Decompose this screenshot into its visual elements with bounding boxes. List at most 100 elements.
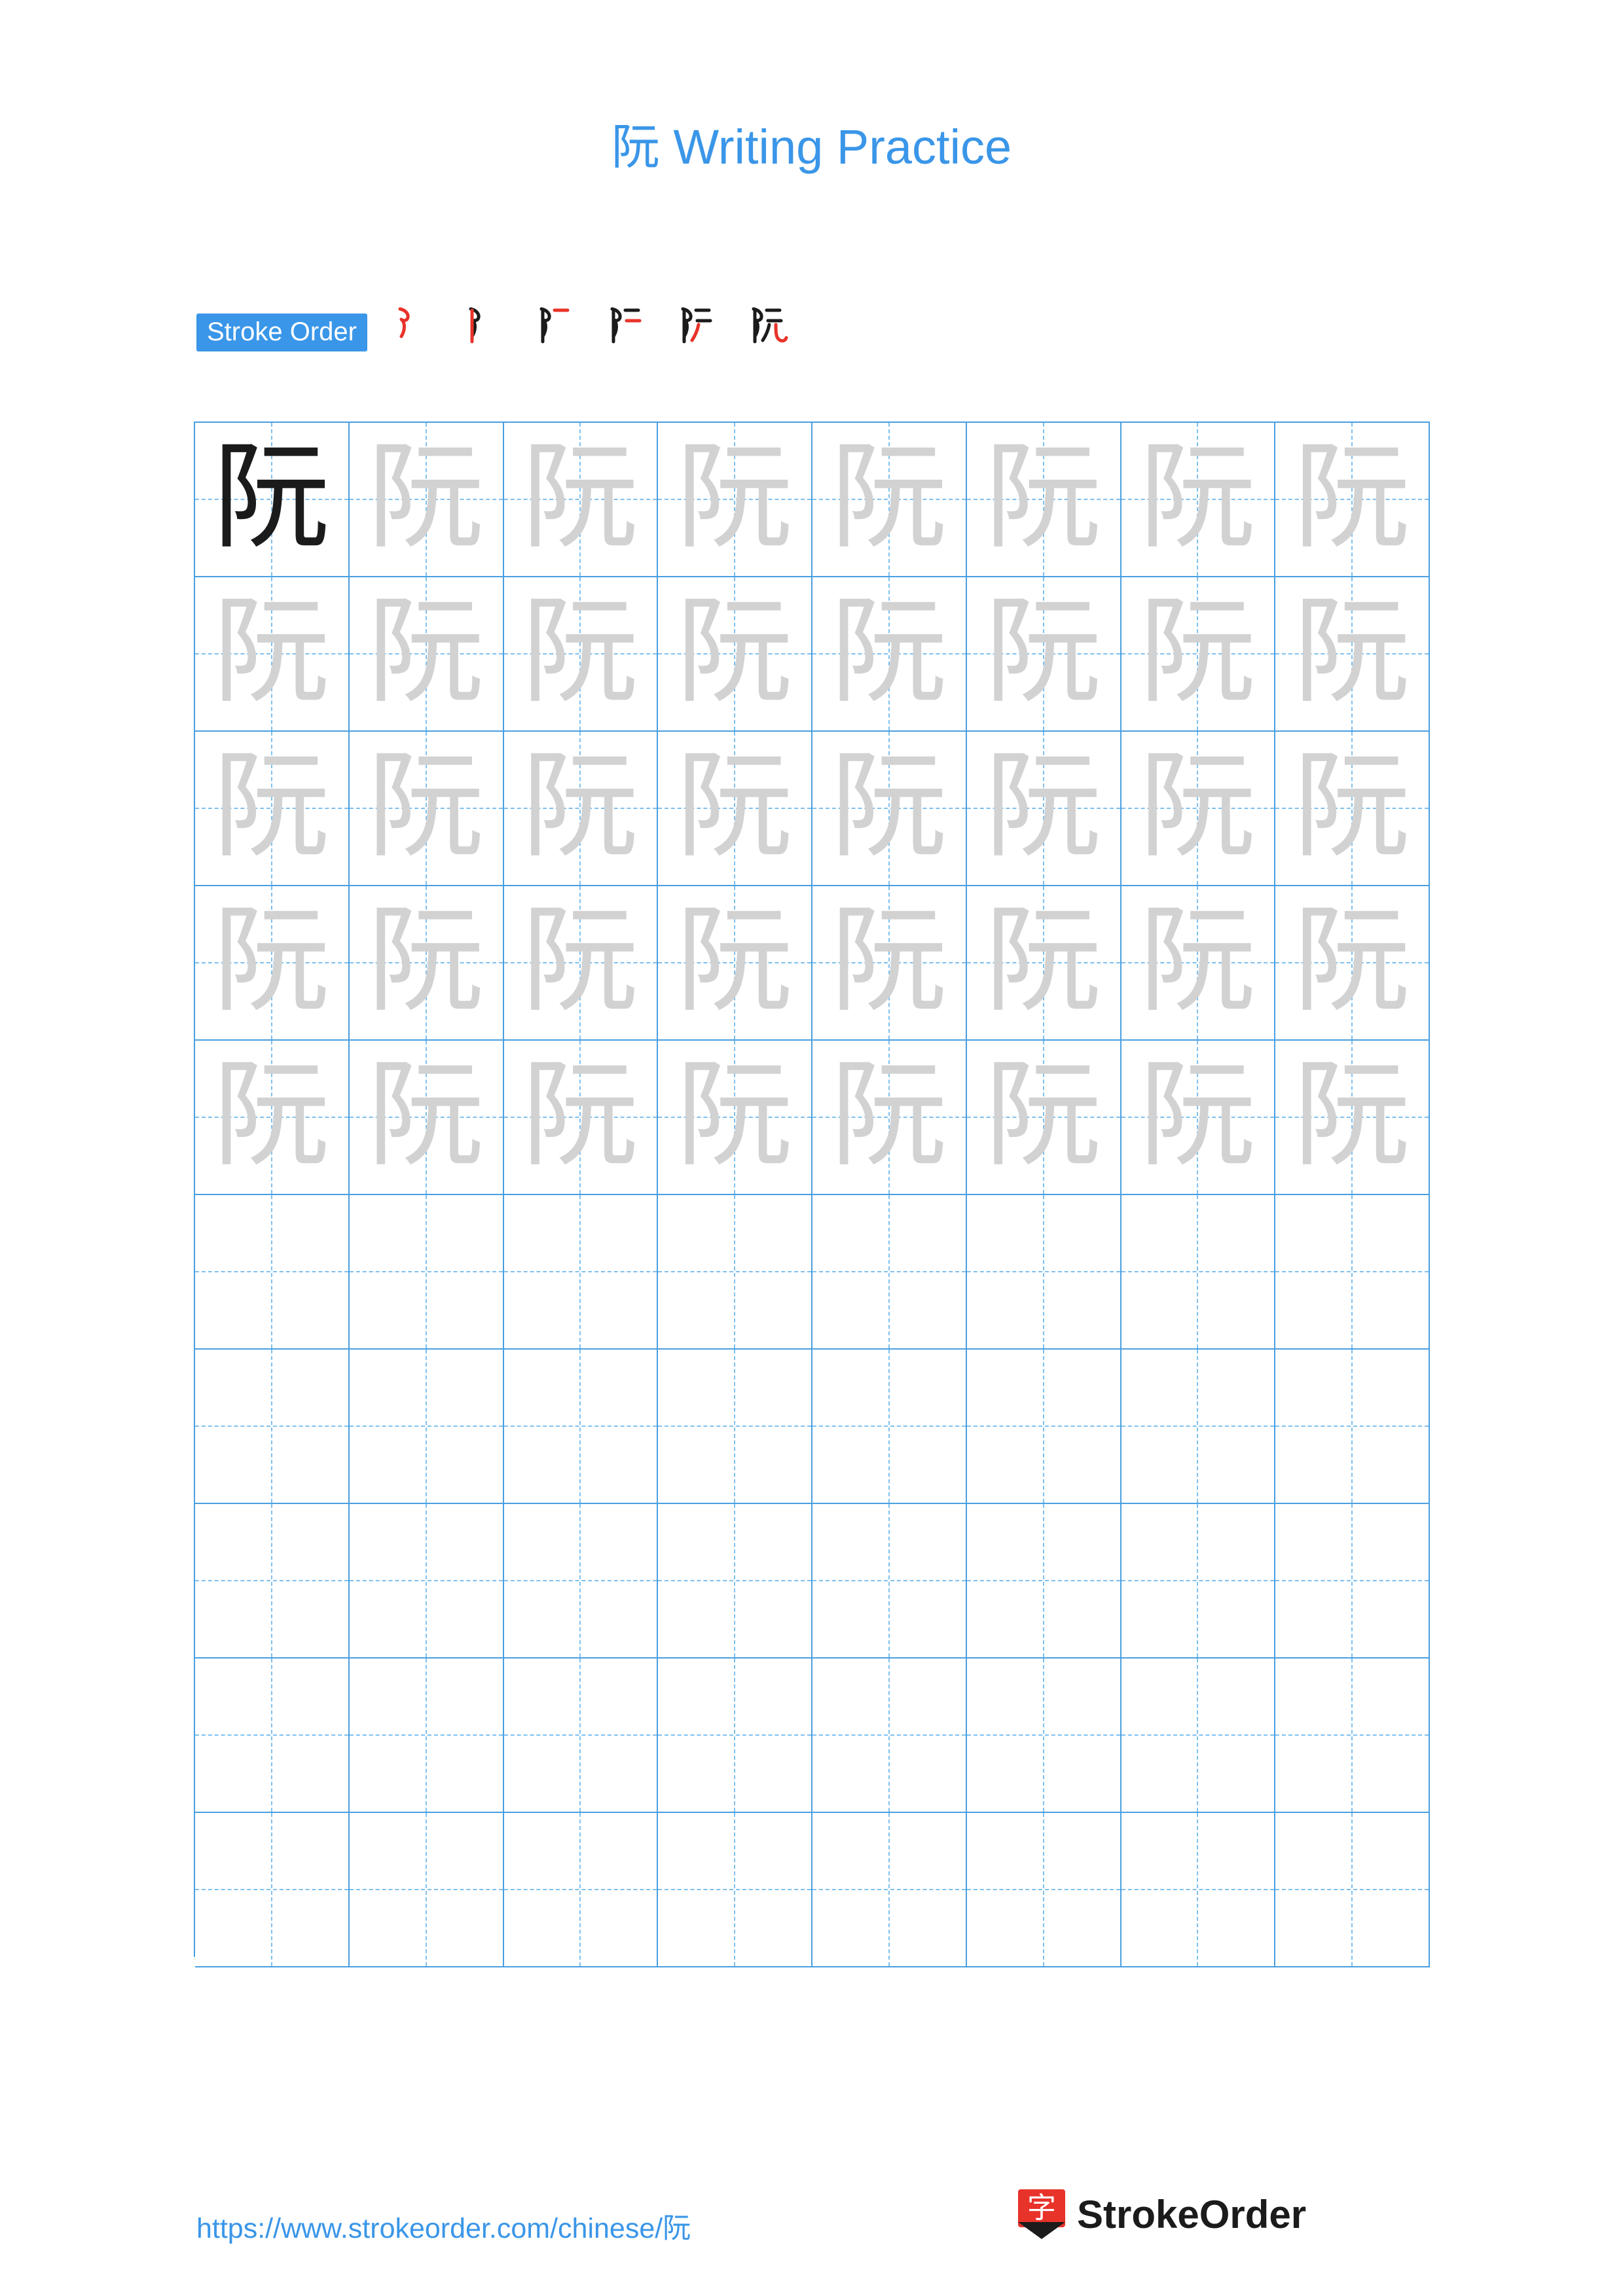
practice-grid-cell[interactable] bbox=[966, 1350, 1122, 1504]
practice-grid-cell[interactable] bbox=[658, 1659, 812, 1813]
practice-grid-cell[interactable]: 阮 bbox=[1121, 1041, 1276, 1195]
practice-grid-cell[interactable] bbox=[1121, 1813, 1276, 1967]
practice-grid-cell[interactable] bbox=[658, 1504, 812, 1659]
blank-cell bbox=[350, 1813, 503, 1966]
practice-grid-cell[interactable] bbox=[1121, 1504, 1276, 1659]
practice-grid-cell[interactable] bbox=[1275, 1813, 1430, 1967]
practice-grid-cell[interactable]: 阮 bbox=[1275, 577, 1430, 732]
practice-grid-cell[interactable]: 阮 bbox=[812, 1041, 967, 1195]
practice-grid-cell[interactable] bbox=[195, 1504, 350, 1659]
practice-grid-cell[interactable]: 阮 bbox=[966, 423, 1122, 577]
practice-grid-cell[interactable]: 阮 bbox=[658, 577, 812, 732]
stroke-order-section: Stroke Order bbox=[196, 307, 1440, 356]
practice-grid-cell[interactable] bbox=[1275, 1504, 1430, 1659]
strokeorder-logo-icon: 字 bbox=[1018, 2189, 1065, 2239]
practice-grid-cell[interactable] bbox=[349, 1195, 504, 1350]
practice-grid-cell[interactable] bbox=[812, 1504, 967, 1659]
tracing-character: 阮 bbox=[1294, 584, 1411, 719]
practice-grid-cell[interactable] bbox=[966, 1504, 1122, 1659]
practice-grid-cell[interactable]: 阮 bbox=[1275, 732, 1430, 886]
practice-grid-cell[interactable]: 阮 bbox=[349, 1041, 504, 1195]
practice-grid-cell[interactable]: 阮 bbox=[812, 423, 967, 577]
practice-grid-cell[interactable]: 阮 bbox=[1275, 886, 1430, 1041]
practice-grid-cell[interactable] bbox=[812, 1350, 967, 1504]
tracing-character: 阮 bbox=[830, 1047, 947, 1183]
tracing-character: 阮 bbox=[522, 893, 639, 1028]
practice-grid-cell[interactable] bbox=[812, 1195, 967, 1350]
practice-grid-cell[interactable] bbox=[1121, 1195, 1276, 1350]
practice-grid-cell[interactable] bbox=[349, 1350, 504, 1504]
practice-grid-cell[interactable]: 阮 bbox=[966, 732, 1122, 886]
practice-grid-cell[interactable]: 阮 bbox=[349, 886, 504, 1041]
practice-grid-cell[interactable] bbox=[1275, 1659, 1430, 1813]
practice-grid-cell[interactable]: 阮 bbox=[503, 423, 659, 577]
practice-grid-cell[interactable]: 阮 bbox=[658, 886, 812, 1041]
blank-cell bbox=[350, 1659, 503, 1812]
practice-grid-cell[interactable]: 阮 bbox=[195, 732, 350, 886]
tracing-character: 阮 bbox=[676, 738, 793, 874]
practice-grid-cell[interactable] bbox=[503, 1504, 659, 1659]
practice-grid-cell[interactable] bbox=[1275, 1195, 1430, 1350]
practice-grid-cell[interactable]: 阮 bbox=[503, 732, 659, 886]
practice-grid-cell[interactable]: 阮 bbox=[349, 732, 504, 886]
practice-grid-cell[interactable] bbox=[1121, 1659, 1276, 1813]
blank-cell bbox=[504, 1659, 657, 1812]
practice-grid-cell[interactable] bbox=[966, 1813, 1122, 1967]
practice-grid-cell[interactable]: 阮 bbox=[966, 1041, 1122, 1195]
practice-grid-cell[interactable] bbox=[195, 1659, 350, 1813]
practice-grid-cell[interactable]: 阮 bbox=[503, 577, 659, 732]
footer-url-link[interactable]: https://www.strokeorder.com/chinese/阮 bbox=[196, 2206, 691, 2246]
practice-grid-cell[interactable] bbox=[349, 1659, 504, 1813]
practice-grid-cell[interactable] bbox=[349, 1813, 504, 1967]
practice-grid-cell[interactable] bbox=[503, 1813, 659, 1967]
practice-grid-cell[interactable]: 阮 bbox=[195, 886, 350, 1041]
practice-grid-row bbox=[195, 1195, 1430, 1350]
practice-grid-row bbox=[195, 1350, 1430, 1504]
practice-grid-cell[interactable]: 阮 bbox=[812, 577, 967, 732]
practice-grid-cell[interactable]: 阮 bbox=[195, 423, 350, 577]
tracing-character: 阮 bbox=[367, 1047, 484, 1183]
practice-grid-cell[interactable]: 阮 bbox=[503, 886, 659, 1041]
practice-grid-cell[interactable]: 阮 bbox=[1275, 423, 1430, 577]
practice-grid-cell[interactable] bbox=[812, 1659, 967, 1813]
practice-grid-cell[interactable] bbox=[658, 1350, 812, 1504]
practice-grid-cell[interactable] bbox=[1275, 1350, 1430, 1504]
practice-grid-cell[interactable] bbox=[195, 1195, 350, 1350]
practice-grid-cell[interactable]: 阮 bbox=[1121, 577, 1276, 732]
practice-grid-cell[interactable]: 阮 bbox=[1275, 1041, 1430, 1195]
tracing-character: 阮 bbox=[1294, 1047, 1411, 1183]
practice-grid-cell[interactable] bbox=[503, 1659, 659, 1813]
practice-grid-cell[interactable]: 阮 bbox=[812, 732, 967, 886]
practice-grid-cell[interactable] bbox=[966, 1659, 1122, 1813]
practice-grid-cell[interactable] bbox=[658, 1195, 812, 1350]
blank-cell bbox=[1122, 1195, 1275, 1348]
practice-grid-cell[interactable] bbox=[195, 1350, 350, 1504]
stroke-step-2 bbox=[450, 300, 515, 365]
blank-cell bbox=[1275, 1350, 1429, 1503]
practice-grid-cell[interactable]: 阮 bbox=[658, 1041, 812, 1195]
practice-grid-cell[interactable]: 阮 bbox=[1121, 732, 1276, 886]
practice-grid-cell[interactable] bbox=[503, 1195, 659, 1350]
practice-grid-cell[interactable]: 阮 bbox=[195, 1041, 350, 1195]
practice-grid-cell[interactable] bbox=[503, 1350, 659, 1504]
practice-grid-cell[interactable]: 阮 bbox=[349, 577, 504, 732]
practice-grid-cell[interactable] bbox=[195, 1813, 350, 1967]
practice-grid-cell[interactable]: 阮 bbox=[966, 886, 1122, 1041]
practice-grid-cell[interactable]: 阮 bbox=[1121, 886, 1276, 1041]
practice-grid-cell[interactable] bbox=[658, 1813, 812, 1967]
practice-grid-cell[interactable]: 阮 bbox=[966, 577, 1122, 732]
practice-grid-cell[interactable]: 阮 bbox=[812, 886, 967, 1041]
tracing-character: 阮 bbox=[676, 1047, 793, 1183]
practice-grid-cell[interactable]: 阮 bbox=[349, 423, 504, 577]
tracing-character: 阮 bbox=[1139, 429, 1256, 565]
practice-grid-cell[interactable]: 阮 bbox=[1121, 423, 1276, 577]
practice-grid-cell[interactable] bbox=[349, 1504, 504, 1659]
practice-grid-cell[interactable] bbox=[966, 1195, 1122, 1350]
practice-grid-cell[interactable] bbox=[1121, 1350, 1276, 1504]
practice-grid-cell[interactable]: 阮 bbox=[503, 1041, 659, 1195]
tracing-character: 阮 bbox=[985, 893, 1102, 1028]
practice-grid-cell[interactable]: 阮 bbox=[195, 577, 350, 732]
practice-grid-cell[interactable]: 阮 bbox=[658, 423, 812, 577]
practice-grid-cell[interactable] bbox=[812, 1813, 967, 1967]
practice-grid-cell[interactable]: 阮 bbox=[658, 732, 812, 886]
